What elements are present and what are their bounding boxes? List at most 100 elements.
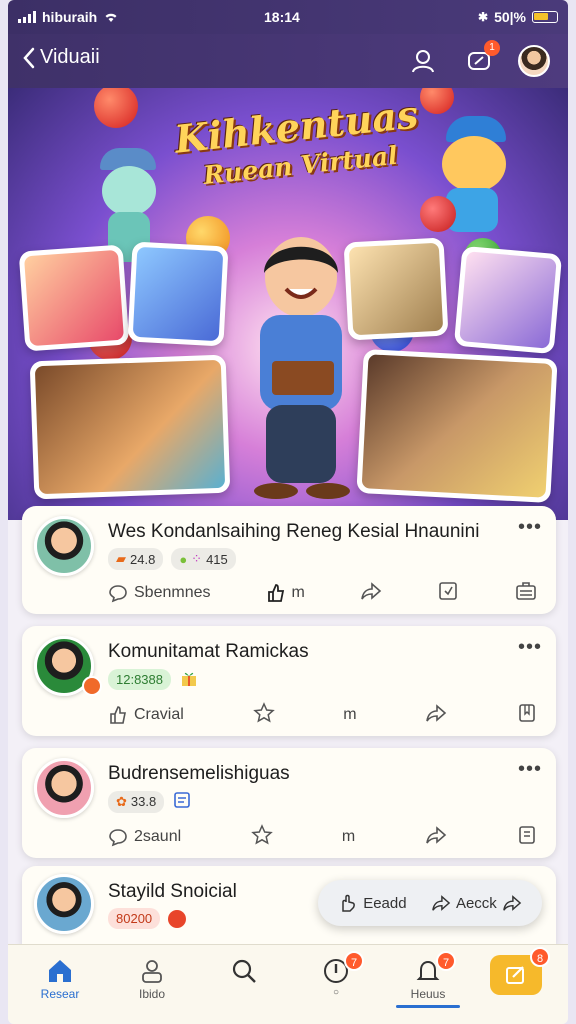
- gift-icon: ✿: [116, 793, 127, 809]
- wifi-icon: [105, 13, 117, 22]
- read-label: Eeadd: [363, 894, 407, 912]
- clock: 18:14: [264, 9, 300, 25]
- like-label[interactable]: m: [342, 828, 355, 846]
- top-nav: Viduaii 1: [8, 34, 568, 88]
- tab-home[interactable]: Resear: [20, 955, 100, 1001]
- tab-search[interactable]: [204, 955, 284, 987]
- share-icon: [432, 895, 451, 911]
- share-icon[interactable]: [360, 581, 382, 606]
- more-options-icon[interactable]: •••: [518, 516, 542, 539]
- bookmark-icon[interactable]: [516, 702, 538, 729]
- stat-pill: 80200: [108, 908, 161, 929]
- edit-icon: [506, 966, 524, 984]
- document-icon: [172, 790, 192, 813]
- post-title[interactable]: Budrensemelishiguas: [108, 763, 290, 785]
- hand-icon: [342, 894, 356, 912]
- hero-person-illustration: [254, 237, 350, 499]
- battery-label: 50|%: [494, 9, 526, 25]
- read-button[interactable]: Eeadd: [338, 893, 407, 913]
- tab-profile[interactable]: Ibido: [112, 955, 192, 1001]
- thumbs-up-icon: [267, 584, 284, 602]
- user-icon: [412, 50, 434, 73]
- status-bar: hiburaih 18:14 ✱ 50|%: [8, 0, 568, 34]
- chevron-left-icon: [23, 47, 35, 68]
- star-icon[interactable]: [252, 701, 275, 729]
- tab-alerts[interactable]: 7 ○: [296, 951, 376, 998]
- stat-pill: ✿ 33.8: [108, 790, 165, 813]
- more-options-icon[interactable]: •••: [518, 636, 542, 659]
- messages-badge: 1: [484, 40, 500, 56]
- post-title[interactable]: Wes Kondanlsaihing Reneg Kesial Hnaunini: [108, 521, 479, 543]
- stat-value: 12:8388: [116, 672, 163, 687]
- note-icon[interactable]: [516, 824, 538, 851]
- flame-badge-icon: [168, 909, 187, 928]
- profile-button[interactable]: [406, 44, 440, 78]
- compose-button[interactable]: 8: [490, 947, 550, 995]
- post-title[interactable]: Komunitamat Ramickas: [108, 641, 309, 663]
- post-card[interactable]: Wes Kondanlsaihing Reneg Kesial Hnaunini…: [22, 506, 556, 614]
- hero-title: Kihkentuas Ruean Virtual: [165, 91, 432, 194]
- post-card[interactable]: Budrensemelishiguas ••• ✿ 33.8 2saunl m: [22, 748, 556, 858]
- messages-button[interactable]: 1: [462, 40, 500, 78]
- stat-pill: ▰ 24.8: [108, 548, 164, 570]
- stat-pill: 12:8388: [108, 669, 171, 690]
- tab-badge: 7: [436, 951, 456, 971]
- dot-indicator: ○: [332, 987, 340, 998]
- photo-card: [127, 241, 229, 347]
- briefcase-icon[interactable]: [514, 580, 538, 607]
- bottom-tab-bar: Resear Ibido 7 ○ 7 Heuus 8: [8, 944, 568, 1024]
- more-options-icon[interactable]: •••: [518, 758, 542, 781]
- photo-card: [453, 245, 563, 355]
- ball-decoration: [420, 196, 456, 232]
- photo-card: [356, 349, 558, 503]
- comment-button[interactable]: 2saunl: [108, 827, 181, 847]
- like-label: m: [291, 584, 305, 601]
- account-avatar[interactable]: [518, 45, 550, 77]
- tab-home-label: Resear: [40, 987, 80, 1001]
- post-avatar[interactable]: [34, 874, 94, 934]
- comment-button[interactable]: Sbenmnes: [108, 583, 211, 603]
- gift-icon: ▰: [116, 551, 126, 566]
- tab-houses[interactable]: 7 Heuus: [388, 951, 468, 1008]
- post-avatar[interactable]: [34, 516, 94, 576]
- post-title[interactable]: Stayild Snoicial: [108, 881, 237, 903]
- photo-card: [29, 354, 231, 500]
- comment-icon: [109, 585, 127, 603]
- like-button[interactable]: m: [266, 583, 305, 603]
- like-button[interactable]: Cravial: [108, 705, 184, 725]
- bluetooth-icon: ✱: [478, 10, 489, 24]
- user-icon: [142, 960, 162, 983]
- back-action-label: Aecck: [455, 894, 497, 912]
- like-label[interactable]: m: [343, 706, 356, 724]
- back-button[interactable]: Viduaii: [22, 46, 100, 69]
- stat-value: 80200: [116, 911, 153, 926]
- gift-icon: [179, 668, 199, 691]
- photo-card: [18, 244, 130, 352]
- star-icon[interactable]: [250, 823, 273, 851]
- share-icon: [502, 895, 521, 911]
- hero-banner: Kihkentuas Ruean Virtual: [8, 88, 568, 520]
- search-icon: [232, 959, 256, 983]
- carrier-label: hiburaih: [42, 9, 98, 25]
- back-label: Viduaii: [40, 46, 100, 68]
- save-icon[interactable]: [437, 580, 459, 607]
- share-icon[interactable]: [425, 825, 447, 850]
- coin-decoration: [94, 88, 138, 128]
- thumbs-up-icon: [110, 706, 126, 724]
- reaction-pill: ● ⁘ 415: [171, 548, 236, 570]
- comment-icon: [109, 829, 127, 847]
- home-icon: [49, 960, 71, 982]
- battery-icon: [532, 11, 558, 23]
- tab-badge: 7: [344, 951, 364, 971]
- back-action-button[interactable]: Aecck: [431, 894, 522, 912]
- comment-label: Cravial: [134, 706, 184, 723]
- post-avatar[interactable]: [34, 758, 94, 818]
- reaction-value: 415: [206, 551, 228, 567]
- dots-icon: ⁘: [191, 551, 203, 566]
- share-icon[interactable]: [425, 703, 447, 728]
- stat-value: 24.8: [130, 551, 156, 567]
- tab-profile-label: Ibido: [138, 987, 166, 1001]
- level-badge: [82, 676, 102, 696]
- ball-icon: ●: [179, 551, 188, 567]
- post-card[interactable]: Komunitamat Ramickas ••• 12:8388 Cravial…: [22, 626, 556, 736]
